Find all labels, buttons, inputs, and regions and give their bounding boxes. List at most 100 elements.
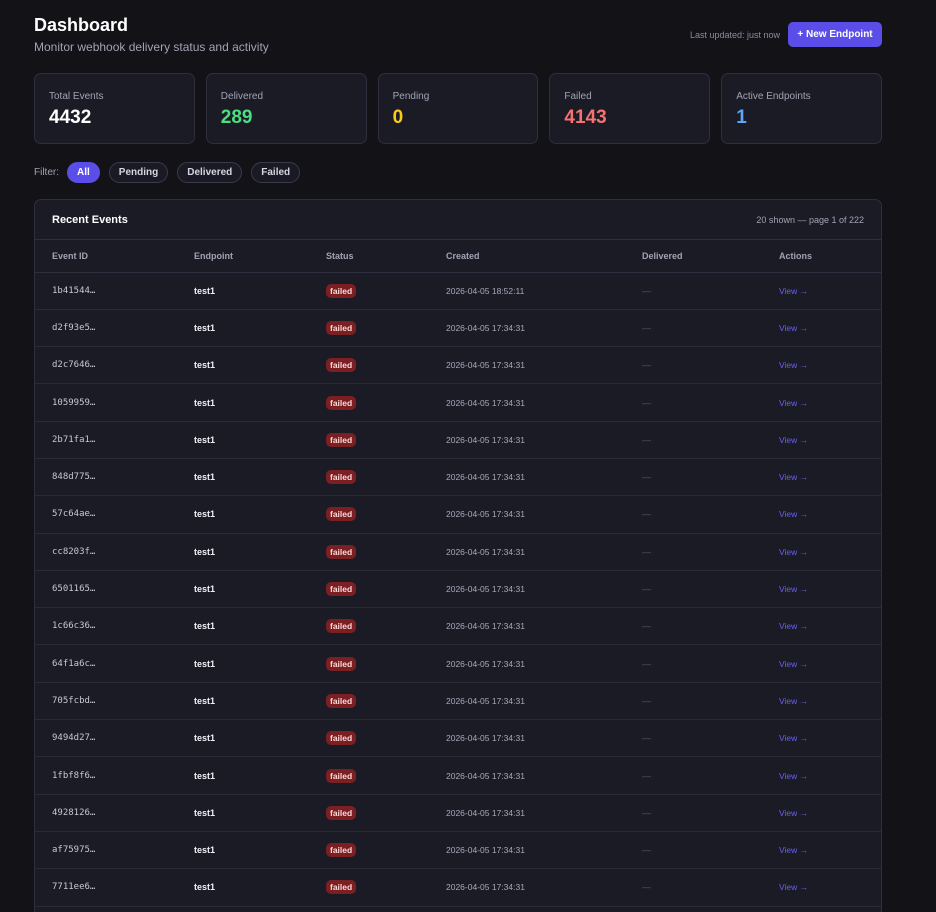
delivered-cell: —	[642, 794, 779, 832]
created-cell: 2026-04-05 17:34:31	[446, 533, 642, 571]
stat-card-delivered: Delivered 289	[205, 73, 367, 144]
table-row[interactable]: 64f1a6c… test1 failed 2026-04-05 17:34:31— V…	[35, 644, 881, 683]
status-cell: failed	[326, 533, 446, 571]
table-row[interactable]: 6501165… test1 failed 2026-04-05 17:34:31— V…	[35, 570, 881, 609]
endpoint-cell: test1	[194, 272, 326, 310]
column-header-endpoint: Endpoint	[194, 240, 326, 273]
table-row[interactable]: 1b41544… test1 failed 2026-04-05 18:52:11— V…	[35, 272, 881, 310]
panel-header: Recent Events 20 shown — page 1 of 222	[35, 200, 881, 240]
page-subtitle: Monitor webhook delivery status and acti…	[34, 40, 269, 54]
event-id-cell: 2b71fa1…	[35, 421, 194, 459]
actions-cell: View →	[779, 309, 881, 348]
filter-chip-pending[interactable]: Pending	[108, 162, 169, 183]
delivered-cell: —	[642, 570, 779, 609]
endpoint-cell: test1	[194, 495, 326, 534]
view-event-link[interactable]: View →	[779, 509, 808, 519]
table-row[interactable]: 1059959… test1 failed 2026-04-05 17:34:31— V…	[35, 383, 881, 422]
view-event-link[interactable]: View →	[779, 584, 808, 594]
view-event-link[interactable]: View →	[779, 472, 808, 482]
view-event-link[interactable]: View →	[779, 360, 808, 370]
stat-label: Failed	[564, 91, 592, 102]
endpoint-cell: test1	[194, 383, 326, 422]
created-cell: 2026-04-05 17:34:31	[446, 346, 642, 385]
delivered-cell: —	[642, 868, 779, 907]
last-updated-text: Last updated: just now	[689, 30, 780, 40]
pagination-summary: 20 shown — page 1 of 222	[756, 215, 864, 225]
view-event-link[interactable]: View →	[779, 323, 808, 333]
table-row[interactable]: 848d775… test1 failed 2026-04-05 17:34:31— V…	[35, 458, 881, 497]
table-row[interactable]: 9494d27… test1 failed 2026-04-05 17:34:31— V…	[35, 719, 881, 758]
view-event-link[interactable]: View →	[779, 771, 808, 781]
view-event-link[interactable]: View →	[779, 882, 808, 892]
status-badge: failed	[326, 880, 357, 895]
event-id-cell: 7711ee6…	[35, 868, 194, 907]
table-row[interactable]: d2c7646… test1 failed 2026-04-05 17:34:31— V…	[35, 346, 881, 385]
actions-cell: View →	[779, 383, 881, 422]
stat-card-pending: Pending 0	[377, 73, 539, 144]
table-row[interactable]: 57c64ae… test1 failed 2026-04-05 17:34:31— V…	[35, 495, 881, 534]
column-header-status: Status	[326, 240, 446, 273]
view-event-link[interactable]: View →	[779, 547, 808, 557]
view-event-link[interactable]: View →	[779, 808, 808, 818]
filter-chip-failed[interactable]: Failed	[251, 162, 301, 183]
created-cell: 2026-04-05 17:34:31	[446, 644, 642, 683]
table-row[interactable]: 705fcbd… test1 failed 2026-04-05 17:34:31— V…	[35, 682, 881, 721]
table-row[interactable]: 2b71fa1… test1 failed 2026-04-05 17:34:31— V…	[35, 421, 881, 459]
table-header-row: Event ID Endpoint Status Created Deliver…	[35, 240, 881, 273]
page-title: Dashboard	[34, 15, 129, 35]
endpoint-cell: test1	[194, 607, 326, 646]
status-badge: failed	[326, 432, 357, 447]
view-event-link[interactable]: View →	[779, 398, 808, 408]
endpoint-cell: test1	[194, 309, 326, 348]
endpoint-cell: test1	[194, 868, 326, 907]
status-cell: failed	[326, 794, 446, 832]
status-badge: failed	[326, 582, 357, 597]
table-row[interactable]: cc8203f… test1 failed 2026-04-05 17:34:31— V…	[35, 533, 881, 571]
filter-chip-all[interactable]: All	[67, 162, 100, 183]
created-cell: 2026-04-05 17:34:31	[446, 682, 642, 721]
table-row[interactable]: 7711ee6… test1 failed 2026-04-05 17:34:31— V…	[35, 868, 881, 907]
event-id-cell: af75975…	[35, 831, 194, 870]
stat-label: Delivered	[220, 91, 264, 102]
event-id-cell: 6501165…	[35, 570, 194, 609]
stat-value: 4432	[49, 107, 92, 128]
view-event-link[interactable]: View →	[779, 733, 808, 743]
new-endpoint-button[interactable]: + New Endpoint	[788, 22, 882, 47]
column-header-delivered: Delivered	[642, 240, 779, 273]
delivered-cell: —	[642, 458, 779, 497]
created-cell: 2026-04-05 17:34:31	[446, 458, 642, 497]
event-id-cell: d2c7646…	[35, 346, 194, 385]
filter-chip-delivered[interactable]: Delivered	[177, 162, 243, 183]
status-cell: failed	[326, 346, 446, 385]
stat-label: Pending	[392, 91, 430, 102]
view-event-link[interactable]: View →	[779, 845, 808, 855]
stat-card-active-endpoints: Active Endpoints 1	[721, 73, 882, 144]
stat-card-total-events: Total Events 4432	[34, 73, 195, 144]
endpoint-cell: test1	[194, 533, 326, 571]
event-id-cell: 848d775…	[35, 458, 194, 497]
view-event-link[interactable]: View →	[779, 621, 808, 631]
created-cell: 2026-04-05 17:34:31	[446, 421, 642, 459]
actions-cell: View →	[779, 868, 881, 907]
table-row[interactable]: af75975… test1 failed 2026-04-05 17:34:31— V…	[35, 831, 881, 870]
table-row[interactable]: 1c66c36… test1 failed 2026-04-05 17:34:31— V…	[35, 607, 881, 646]
view-event-link[interactable]: View →	[779, 696, 808, 706]
view-event-link[interactable]: View →	[779, 435, 808, 445]
status-cell: failed	[326, 272, 446, 310]
status-badge: failed	[326, 395, 357, 410]
table-row[interactable]: d2f93e5… test1 failed 2026-04-05 17:34:31— V…	[35, 309, 881, 348]
delivered-cell: —	[642, 719, 779, 758]
table-row[interactable]: 1fbf8f6… test1 failed 2026-04-05 17:34:31— V…	[35, 756, 881, 795]
actions-cell: View →	[779, 644, 881, 683]
delivered-cell: —	[642, 383, 779, 422]
delivered-cell: —	[642, 533, 779, 571]
panel-title: Recent Events	[52, 214, 128, 226]
status-cell: failed	[326, 383, 446, 422]
status-badge: failed	[326, 283, 357, 298]
table-row[interactable]: 4928126… test1 failed 2026-04-05 17:34:31— V…	[35, 794, 881, 832]
stat-value: 4143	[564, 107, 607, 128]
status-cell: failed	[326, 719, 446, 758]
view-event-link[interactable]: View →	[779, 659, 808, 669]
view-event-link[interactable]: View →	[779, 286, 808, 296]
page-header: Dashboard Monitor webhook delivery statu…	[34, 0, 882, 73]
